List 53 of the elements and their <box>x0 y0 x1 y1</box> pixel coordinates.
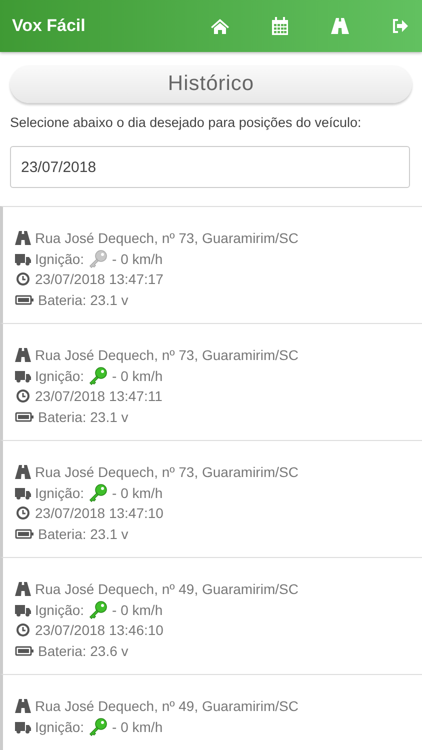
ignition-label: Ignição: <box>35 484 84 501</box>
battery-icon <box>15 644 34 658</box>
truck-icon <box>15 252 31 266</box>
home-icon <box>211 17 229 35</box>
date-field[interactable]: 23/07/2018 <box>10 146 410 188</box>
road-icon <box>15 465 31 480</box>
road-icon <box>15 699 31 714</box>
truck-icon <box>15 602 31 617</box>
time-text: 23/07/2018 13:47:11 <box>35 388 162 404</box>
battery-icon <box>15 526 34 541</box>
battery-text: Bateria: 23.6 v <box>38 642 128 659</box>
ignition-label: Ignição: <box>35 602 84 618</box>
speed-text: - 0 km/h <box>112 718 163 735</box>
time-text: 23/07/2018 13:46:10 <box>35 622 164 638</box>
time-text: 23/07/2018 13:47:10 <box>35 505 164 522</box>
road-icon <box>15 582 31 596</box>
battery-icon <box>15 410 34 424</box>
time-text: 23/07/2018 13:47:17 <box>35 271 164 288</box>
address-text: Rua José Dequech, nº 49, Guaramirim/SC <box>35 698 298 714</box>
speed-text: - 0 km/h <box>112 602 163 618</box>
clock-icon <box>15 506 31 520</box>
battery-text: Bateria: 23.1 v <box>38 526 128 542</box>
app-title: Vox Fácil <box>12 16 86 36</box>
logout-button[interactable] <box>390 16 410 36</box>
instruction-text: Selecione abaixo o dia desejado para posições do veículo: <box>10 115 362 130</box>
truck-icon <box>15 486 31 500</box>
speed-text: - 0 km/h <box>112 484 163 501</box>
clock-icon <box>15 623 31 638</box>
address-text: Rua José Dequech, nº 73, Guaramirim/SC <box>35 230 298 246</box>
speed-text: - 0 km/h <box>112 368 163 384</box>
truck-icon <box>15 720 31 734</box>
battery-text: Bateria: 23.1 v <box>38 292 128 308</box>
ignition-label: Ignição: <box>35 368 84 384</box>
ignition-label: Ignição: <box>35 718 84 735</box>
road-button[interactable] <box>330 16 350 36</box>
battery-text: Bateria: 23.1 v <box>38 408 128 425</box>
address-text: Rua José Dequech, nº 73, Guaramirim/SC <box>35 464 298 480</box>
home-button[interactable] <box>210 16 230 36</box>
speed-text: - 0 km/h <box>112 250 163 267</box>
calendar-icon <box>271 17 289 35</box>
address-text: Rua José Dequech, nº 73, Guaramirim/SC <box>35 347 298 364</box>
battery-icon <box>15 292 34 307</box>
ignition-label: Ignição: <box>35 250 84 267</box>
road-icon <box>15 231 31 246</box>
road-icon <box>15 348 31 362</box>
road-icon <box>331 17 349 35</box>
address-text: Rua José Dequech, nº 49, Guaramirim/SC <box>35 581 298 598</box>
logout-icon <box>391 17 409 35</box>
page-title: Histórico <box>168 72 254 96</box>
calendar-button[interactable] <box>270 16 290 36</box>
truck-icon <box>15 368 31 383</box>
clock-icon <box>15 389 31 404</box>
clock-icon <box>15 272 31 286</box>
